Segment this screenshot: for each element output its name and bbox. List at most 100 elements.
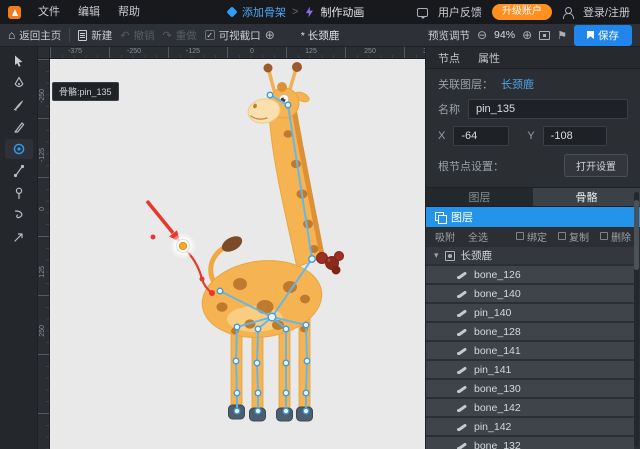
bone-icon	[456, 269, 468, 281]
visible-viewport-toggle[interactable]: ✓ 可视截口 ⊕	[204, 28, 275, 43]
bone-row[interactable]: bone_128	[426, 323, 634, 340]
make-animation-icon	[305, 6, 313, 18]
red-bone-cluster[interactable]	[316, 251, 344, 275]
redo-icon: ↷	[162, 29, 172, 42]
user-icon	[562, 6, 574, 19]
layer-row-giraffe[interactable]: ▾ 长颈鹿	[426, 247, 634, 264]
panel-scrollbar[interactable]	[634, 192, 639, 447]
feedback-link[interactable]: 用户反馈	[438, 4, 482, 20]
new-document-icon	[78, 29, 88, 41]
scrollbar-thumb[interactable]	[634, 200, 639, 270]
bone-icon	[456, 364, 468, 376]
step-make-animation[interactable]: 制作动画	[320, 4, 364, 20]
bone-row[interactable]: bone_140	[426, 285, 634, 302]
y-input[interactable]	[542, 126, 607, 146]
bone-icon	[456, 402, 468, 414]
tab-attributes[interactable]: 属性	[478, 50, 500, 66]
linked-layer-row: 关联图层： 长颈鹿	[438, 76, 628, 92]
panel-header-tabs: 节点 属性	[426, 47, 640, 69]
add-skeleton-icon	[226, 6, 238, 18]
publish-flag-icon[interactable]: ⚑	[557, 29, 567, 42]
upgrade-account-button[interactable]: 升级账户	[491, 4, 552, 20]
bone-row[interactable]: bone_132	[426, 437, 634, 449]
bone-tooltip: 骨骼:pin_135	[52, 82, 119, 101]
ruler-label: -125	[39, 148, 46, 163]
menu-edit[interactable]: 编辑	[69, 0, 109, 24]
zoom-out-icon[interactable]: ⊖	[477, 28, 487, 42]
canvas-scene[interactable]	[50, 59, 425, 449]
name-input[interactable]	[468, 99, 628, 119]
toolbar-right-group: 预览调节 ⊖ 94% ⊕ ⚑ 保存	[428, 24, 632, 46]
bind-button[interactable]: 绑定	[516, 229, 547, 244]
tool-select[interactable]	[5, 51, 33, 71]
name-row: 名称	[438, 99, 628, 119]
tool-hook[interactable]	[5, 205, 33, 225]
checkbox-checked-icon[interactable]: ✓	[204, 30, 215, 40]
bone-icon	[456, 326, 468, 338]
back-home-button[interactable]: ⌂ 返回主页	[8, 28, 61, 43]
bone-row[interactable]: bone_142	[426, 399, 634, 416]
ruler-label: 0	[39, 207, 46, 211]
layer-bone-tabs: 图层 骨骼	[426, 187, 640, 207]
canvas[interactable]: 骨骼:pin_135	[50, 59, 425, 449]
bone-row[interactable]: bone_141	[426, 342, 634, 359]
tool-pen[interactable]	[5, 73, 33, 93]
bone-row[interactable]: pin_141	[426, 361, 634, 378]
chevron-down-icon[interactable]: ▾	[434, 250, 439, 261]
copy-button[interactable]: 复制	[558, 229, 589, 244]
bone-name: pin_140	[474, 306, 512, 319]
bone-name: bone_126	[474, 268, 521, 281]
linked-layer-label: 关联图层：	[438, 79, 493, 91]
bind-icon	[516, 232, 524, 240]
giraffe-head	[247, 62, 310, 124]
tool-bone-circle[interactable]	[4, 139, 33, 159]
tool-pin[interactable]	[5, 183, 33, 203]
bone-name: bone_128	[474, 325, 521, 338]
brush-icon	[13, 100, 23, 111]
bone-row[interactable]: pin_142	[426, 418, 634, 435]
tool-bone[interactable]	[5, 161, 33, 181]
undo-button[interactable]: ↶ 撤销	[120, 28, 154, 43]
redo-button[interactable]: ↷ 重做	[162, 28, 196, 43]
snap-button[interactable]: 吸附	[435, 229, 455, 244]
tab-node[interactable]: 节点	[438, 50, 460, 66]
tab-bones[interactable]: 骨骼	[533, 188, 640, 206]
open-settings-button[interactable]: 打开设置	[564, 154, 628, 177]
document-tab[interactable]: * 长颈鹿	[301, 28, 340, 43]
tab-layers[interactable]: 图层	[426, 188, 533, 206]
preview-adjust-button[interactable]: 预览调节	[428, 28, 470, 43]
linked-layer-link[interactable]: 长颈鹿	[501, 76, 534, 92]
layer-name: 长颈鹿	[460, 250, 493, 262]
bone-icon	[456, 307, 468, 319]
delete-button[interactable]: 删除	[600, 229, 631, 244]
selected-pin[interactable]	[171, 234, 195, 258]
bone-icon	[456, 288, 468, 300]
bone-name: bone_140	[474, 287, 521, 300]
bone-row[interactable]: bone_126	[426, 266, 634, 283]
tool-brush[interactable]	[5, 95, 33, 115]
bone-row[interactable]: pin_140	[426, 304, 634, 321]
menu-file[interactable]: 文件	[29, 0, 69, 24]
bone-icon	[456, 345, 468, 357]
menu-right-group: 用户反馈 升级账户 登录/注册	[416, 4, 630, 20]
save-button[interactable]: 保存	[574, 24, 632, 46]
new-button[interactable]: 新建	[78, 28, 112, 43]
step-add-skeleton[interactable]: 添加骨架	[242, 4, 286, 20]
fit-screen-icon[interactable]	[539, 30, 551, 40]
app-logo-icon[interactable]	[8, 5, 21, 19]
x-input[interactable]	[453, 126, 510, 146]
select-all-button[interactable]: 全选	[468, 229, 488, 244]
tool-knife[interactable]	[5, 117, 33, 137]
login-register-link[interactable]: 登录/注册	[583, 4, 630, 20]
selected-layer-bar[interactable]: 图层	[426, 207, 640, 227]
menu-help[interactable]: 帮助	[109, 0, 149, 24]
vertical-ruler: -250 -125 0 125 250	[38, 59, 50, 449]
bone-row[interactable]: bone_130	[426, 380, 634, 397]
toolbar-divider	[69, 28, 71, 42]
zoom-in-icon[interactable]: ⊕	[522, 28, 532, 42]
save-bookmark-icon	[587, 31, 594, 39]
bone-icon	[456, 440, 468, 449]
ruler-label: 125	[39, 266, 46, 278]
add-viewport-icon[interactable]: ⊕	[265, 28, 275, 42]
tool-transform[interactable]	[5, 227, 33, 247]
